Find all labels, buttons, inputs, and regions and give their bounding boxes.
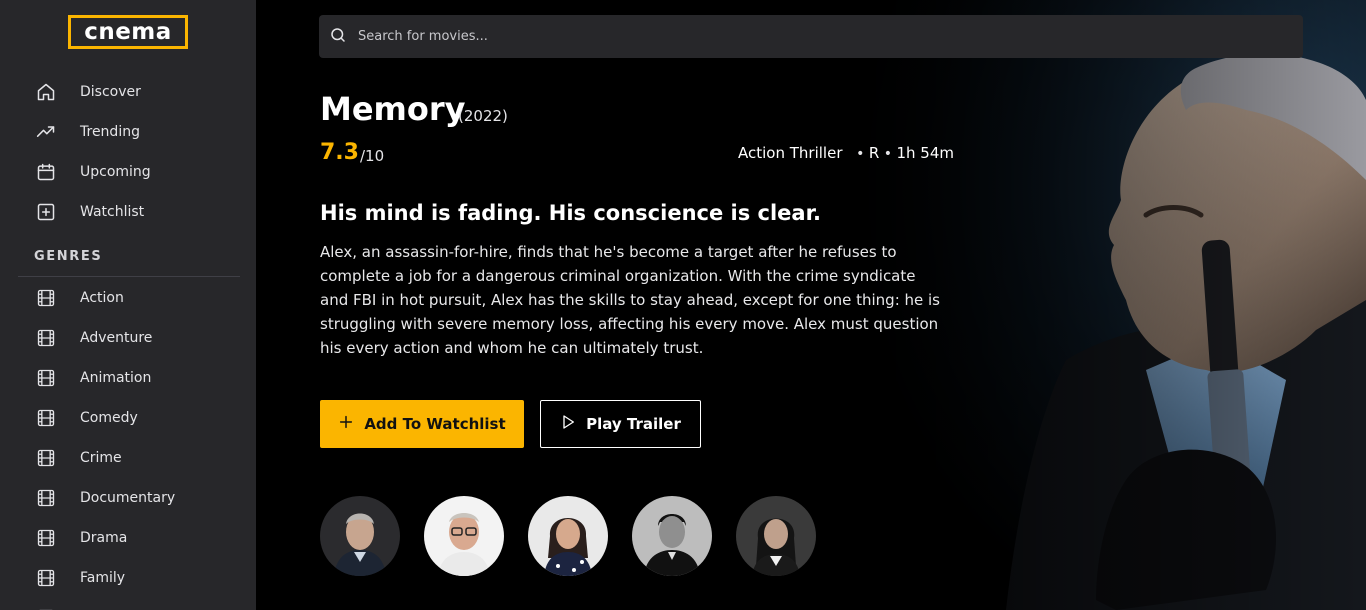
nav-item-discover[interactable]: Discover bbox=[0, 72, 256, 112]
genres-nav: Action Adventure Animation Comedy Crime … bbox=[0, 278, 256, 610]
meta-separator: • bbox=[879, 146, 897, 162]
genre-label: Adventure bbox=[80, 330, 153, 346]
movie-tagline: His mind is fading. His conscience is cl… bbox=[320, 201, 821, 225]
search-bar[interactable] bbox=[319, 15, 1303, 58]
genre-label: Action bbox=[80, 290, 124, 306]
logo-text: cnema bbox=[84, 18, 172, 45]
genres-heading: GENRES bbox=[34, 249, 103, 264]
genre-item-drama[interactable]: Drama bbox=[0, 518, 256, 558]
film-icon bbox=[36, 328, 56, 348]
genre-label: Animation bbox=[80, 370, 152, 386]
watchlist-label: Add To Watchlist bbox=[364, 415, 506, 433]
cast-avatar[interactable] bbox=[424, 496, 504, 576]
cast-avatar[interactable] bbox=[736, 496, 816, 576]
movie-runtime: 1h 54m bbox=[896, 144, 955, 162]
nav-label: Discover bbox=[80, 84, 141, 100]
cast-avatar[interactable] bbox=[528, 496, 608, 576]
genre-item-family[interactable]: Family bbox=[0, 558, 256, 598]
rating-max: /10 bbox=[360, 147, 385, 165]
cast-list bbox=[320, 496, 816, 576]
nav-label: Watchlist bbox=[80, 204, 145, 220]
genre-label: Crime bbox=[80, 450, 122, 466]
genre-label: Comedy bbox=[80, 410, 138, 426]
meta-separator: • bbox=[847, 146, 869, 162]
plus-square-icon bbox=[36, 202, 56, 222]
genre-label: Drama bbox=[80, 530, 128, 546]
search-input[interactable] bbox=[358, 29, 1258, 44]
genre-item-animation[interactable]: Animation bbox=[0, 358, 256, 398]
main-nav: Discover Trending Upcoming Watchlist bbox=[0, 72, 256, 232]
movie-title: Memory bbox=[320, 90, 466, 128]
calendar-icon bbox=[36, 162, 56, 182]
movie-year: (2022) bbox=[458, 107, 508, 125]
genre-item-comedy[interactable]: Comedy bbox=[0, 398, 256, 438]
sidebar: cnema Discover Trending Upcoming Watchli… bbox=[0, 0, 256, 610]
trailer-label: Play Trailer bbox=[586, 415, 681, 433]
film-icon bbox=[36, 488, 56, 508]
nav-label: Upcoming bbox=[80, 164, 151, 180]
trending-icon bbox=[36, 122, 56, 142]
add-to-watchlist-button[interactable]: Add To Watchlist bbox=[320, 400, 524, 448]
movie-overview: Alex, an assassin-for-hire, finds that h… bbox=[320, 243, 940, 357]
movie-rating: 7.3 bbox=[320, 140, 359, 165]
film-icon bbox=[36, 448, 56, 468]
sidebar-divider bbox=[18, 276, 240, 277]
cast-avatar[interactable] bbox=[320, 496, 400, 576]
genre-label: Family bbox=[80, 570, 126, 586]
genre-item-documentary[interactable]: Documentary bbox=[0, 478, 256, 518]
nav-item-upcoming[interactable]: Upcoming bbox=[0, 152, 256, 192]
genre-item-adventure[interactable]: Adventure bbox=[0, 318, 256, 358]
genre-item-partial[interactable] bbox=[0, 598, 256, 610]
cast-avatar[interactable] bbox=[632, 496, 712, 576]
film-icon bbox=[36, 408, 56, 428]
app-logo[interactable]: cnema bbox=[68, 15, 188, 49]
home-icon bbox=[36, 82, 56, 102]
movie-certification: R bbox=[868, 144, 880, 162]
play-icon bbox=[560, 413, 576, 435]
film-icon bbox=[36, 288, 56, 308]
movie-meta: Action Thriller • R • 1h 54m bbox=[738, 144, 954, 162]
genre-item-action[interactable]: Action bbox=[0, 278, 256, 318]
movie-detail: Memory (2022) 7.3 /10 Action Thriller • … bbox=[256, 0, 1366, 610]
genre-label: Documentary bbox=[80, 490, 176, 506]
nav-label: Trending bbox=[80, 124, 140, 140]
movie-genres: Action Thriller bbox=[738, 144, 843, 162]
plus-icon bbox=[338, 414, 354, 434]
film-icon bbox=[36, 528, 56, 548]
film-icon bbox=[36, 568, 56, 588]
film-icon bbox=[36, 368, 56, 388]
search-icon bbox=[329, 26, 347, 48]
nav-item-trending[interactable]: Trending bbox=[0, 112, 256, 152]
genre-item-crime[interactable]: Crime bbox=[0, 438, 256, 478]
play-trailer-button[interactable]: Play Trailer bbox=[540, 400, 701, 448]
nav-item-watchlist[interactable]: Watchlist bbox=[0, 192, 256, 232]
